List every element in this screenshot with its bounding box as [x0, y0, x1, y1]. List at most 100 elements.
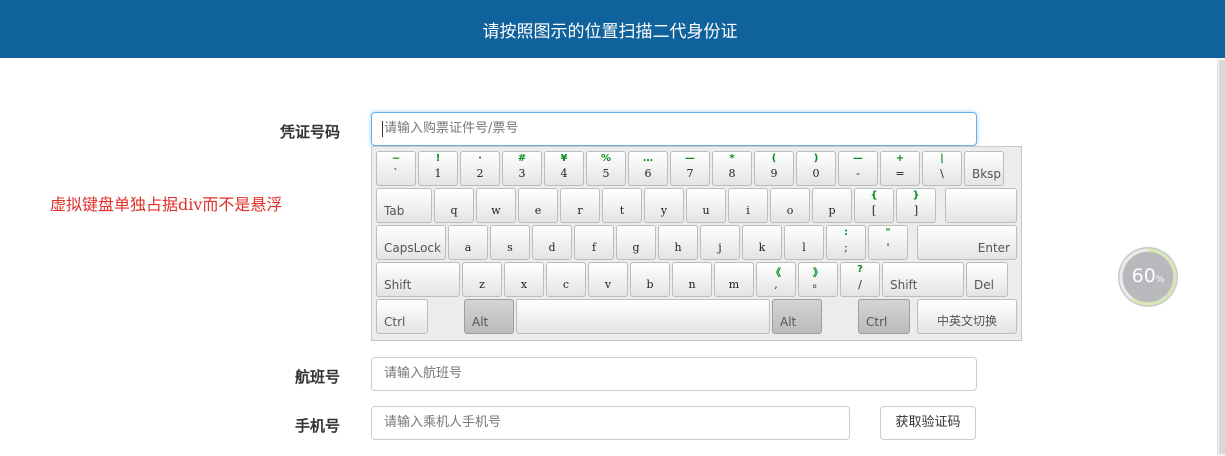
key-label: s: [507, 241, 513, 254]
key-row3-1[interactable]: s: [490, 225, 530, 260]
credential-input[interactable]: 请输入购票证件号/票号: [371, 112, 977, 146]
key-row4-9[interactable]: ? /: [840, 262, 880, 297]
key-row4-5[interactable]: n: [672, 262, 712, 297]
key-3[interactable]: #3: [502, 151, 542, 186]
key-label: 7: [686, 167, 694, 180]
key-label: ,: [774, 278, 778, 291]
key-7[interactable]: —7: [670, 151, 710, 186]
key-label: w: [491, 204, 501, 217]
key-shift-label: ~: [391, 153, 401, 164]
key-shift-label: *: [729, 153, 735, 164]
shift-left-key[interactable]: Shift: [376, 262, 460, 297]
key-12[interactable]: + =: [880, 151, 920, 186]
key-row3-9[interactable]: :;: [826, 225, 866, 260]
capslock-key[interactable]: CapsLock: [376, 225, 446, 260]
key-label: l: [802, 241, 806, 254]
key-row2-5[interactable]: y: [644, 188, 684, 223]
key-row3-10[interactable]: " ': [868, 225, 908, 260]
key-label: ]: [913, 204, 919, 217]
key-row4-3[interactable]: v: [588, 262, 628, 297]
key-label: x: [520, 278, 528, 291]
alt-left-key[interactable]: Alt: [464, 299, 514, 334]
key-label: m: [728, 278, 740, 291]
ime-switch-key[interactable]: 中英文切换: [917, 299, 1017, 334]
key-shift-label: …: [643, 153, 653, 164]
key-shift-label: —: [685, 153, 695, 164]
key-row2-7[interactable]: i: [728, 188, 768, 223]
key-label: k: [758, 241, 766, 254]
flight-input[interactable]: 请输入航班号: [371, 357, 977, 391]
key-label: n: [688, 278, 696, 291]
key-row4-0[interactable]: z: [462, 262, 502, 297]
key-row3-6[interactable]: j: [700, 225, 740, 260]
ctrl-right-key[interactable]: Ctrl: [858, 299, 910, 334]
key-0[interactable]: ~ `: [376, 151, 416, 186]
key-label: 1: [434, 167, 442, 180]
key-row3-4[interactable]: g: [616, 225, 656, 260]
del-key[interactable]: Del: [966, 262, 1008, 297]
key-11[interactable]: — -: [838, 151, 878, 186]
key-row2-10[interactable]: {[: [854, 188, 894, 223]
shift-right-key[interactable]: Shift: [882, 262, 964, 297]
key-row2-4[interactable]: t: [602, 188, 642, 223]
key-8[interactable]: * 8: [712, 151, 752, 186]
key-row4-8[interactable]: 》。: [798, 262, 838, 297]
scrollbar-thumb[interactable]: [1219, 60, 1225, 454]
get-code-button[interactable]: 获取验证码: [880, 406, 976, 440]
key-row4-7[interactable]: 《,: [756, 262, 796, 297]
key-shift-label: :: [844, 227, 848, 238]
alt-right-key[interactable]: Alt: [772, 299, 822, 334]
key-row4-2[interactable]: c: [546, 262, 586, 297]
key-row2-11[interactable]: }]: [896, 188, 936, 223]
key-label: q: [450, 204, 458, 217]
key-row2-3[interactable]: r: [560, 188, 600, 223]
key-row3-8[interactable]: l: [784, 225, 824, 260]
key-row2-2[interactable]: e: [518, 188, 558, 223]
key-9[interactable]: (9: [754, 151, 794, 186]
key-shift-label: %: [600, 153, 612, 164]
key-label: v: [604, 278, 612, 291]
key-10[interactable]: ) 0: [796, 151, 836, 186]
backspace-key[interactable]: Bksp: [964, 151, 1004, 186]
page-header: 请按照图示的位置扫描二代身份证: [0, 0, 1225, 58]
key-2[interactable]: · 2: [460, 151, 500, 186]
key-label: b: [646, 278, 654, 291]
key-row2-0[interactable]: q: [434, 188, 474, 223]
phone-input[interactable]: 请输入乘机人手机号: [371, 406, 850, 440]
key-label: Del: [974, 278, 994, 292]
key-label: /: [858, 278, 862, 291]
vertical-scrollbar[interactable]: [1217, 58, 1225, 456]
key-row4-4[interactable]: b: [630, 262, 670, 297]
tab-key[interactable]: Tab: [376, 188, 432, 223]
key-row3-5[interactable]: h: [658, 225, 698, 260]
ctrl-left-key[interactable]: Ctrl: [376, 299, 428, 334]
key-label: -: [856, 167, 860, 180]
key-shift-label: —: [853, 153, 863, 164]
key-label: 5: [602, 167, 610, 180]
key-label: a: [464, 241, 472, 254]
key-row2-6[interactable]: u: [686, 188, 726, 223]
key-row2-9[interactable]: p: [812, 188, 852, 223]
space-key[interactable]: [516, 299, 770, 334]
key-row2-8[interactable]: o: [770, 188, 810, 223]
key-13[interactable]: | \: [922, 151, 962, 186]
key-label: 4: [560, 167, 568, 180]
key-row4-1[interactable]: x: [504, 262, 544, 297]
key-6[interactable]: … 6: [628, 151, 668, 186]
key-row3-3[interactable]: f: [574, 225, 614, 260]
key-5[interactable]: % 5: [586, 151, 626, 186]
key-label: Shift: [890, 278, 918, 292]
key-row4-6[interactable]: m: [714, 262, 754, 297]
key-row3-7[interactable]: k: [742, 225, 782, 260]
key-row3-0[interactable]: a: [448, 225, 488, 260]
key-4[interactable]: ¥4: [544, 151, 584, 186]
key-label: 2: [476, 167, 484, 180]
key-label: u: [702, 204, 710, 217]
key-label: h: [674, 241, 682, 254]
key-row2-1[interactable]: w: [476, 188, 516, 223]
key-label: 8: [728, 167, 736, 180]
enter-key[interactable]: Enter: [917, 225, 1017, 260]
key-row3-2[interactable]: d: [532, 225, 572, 260]
key-1[interactable]: ! 1: [418, 151, 458, 186]
enter-key-top[interactable]: [945, 188, 1017, 223]
